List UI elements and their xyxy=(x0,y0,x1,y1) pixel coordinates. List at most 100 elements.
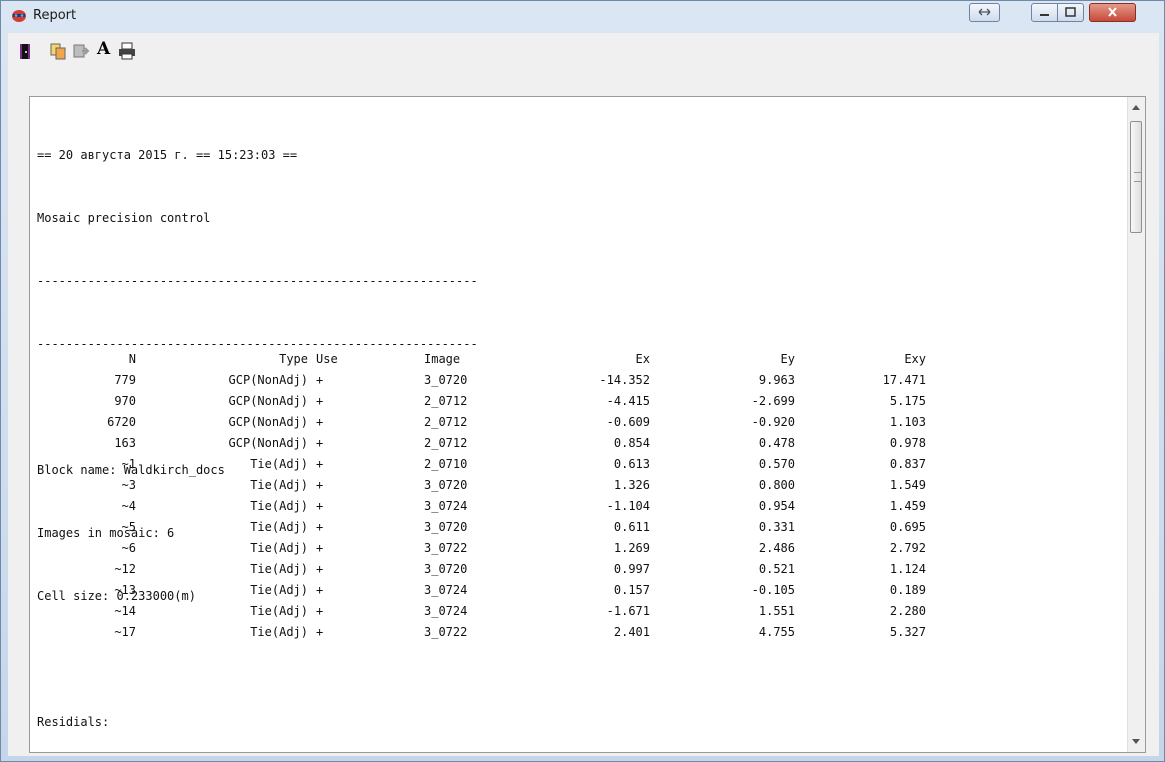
table-cell: + xyxy=(316,436,324,450)
table-cell: ~1 xyxy=(121,457,136,471)
table-cell: Tie(Adj) xyxy=(250,625,308,639)
app-icon xyxy=(12,10,26,22)
table-cell: 0.695 xyxy=(889,520,926,534)
exit-icon[interactable] xyxy=(16,41,36,61)
table-cell: + xyxy=(316,520,324,534)
table-cell: -0.105 xyxy=(751,583,795,597)
table-cell: 1.549 xyxy=(889,478,926,492)
table-cell: 0.157 xyxy=(613,583,650,597)
table-row: ~4 Tie(Adj) +3_0724 -1.104 0.954 1.459 xyxy=(61,496,961,517)
table-row: ~5 Tie(Adj) +3_0720 0.611 0.331 0.695 xyxy=(61,517,961,538)
table-cell: 779 xyxy=(114,373,136,387)
table-cell: 0.800 xyxy=(758,478,795,492)
table-cell: Tie(Adj) xyxy=(250,604,308,618)
table-cell: + xyxy=(316,394,324,408)
font-button[interactable]: A xyxy=(97,39,117,59)
report-window: Report A == 20 августа 2015 г. == 15:23:… xyxy=(0,0,1165,762)
table-cell: Tie(Adj) xyxy=(250,541,308,555)
table-cell: + xyxy=(316,457,324,471)
table-cell: 2.792 xyxy=(889,541,926,555)
table-cell: 4.755 xyxy=(758,625,795,639)
scroll-thumb[interactable] xyxy=(1130,121,1142,233)
table-cell: -2.699 xyxy=(751,394,795,408)
table-cell: -0.609 xyxy=(606,415,650,429)
table-cell: ~13 xyxy=(114,583,136,597)
table-row: ~14 Tie(Adj) +3_0724 -1.671 1.551 2.280 xyxy=(61,601,961,622)
table-row: ~13 Tie(Adj) +3_0724 0.157 -0.105 0.189 xyxy=(61,580,961,601)
table-cell: 1.269 xyxy=(613,541,650,555)
header-type: Type xyxy=(279,352,308,366)
vertical-scrollbar[interactable] xyxy=(1127,97,1145,752)
table-cell: 0.189 xyxy=(889,583,926,597)
report-line xyxy=(37,649,478,670)
table-row: ~12 Tie(Adj) +3_0720 0.997 0.521 1.124 xyxy=(61,559,961,580)
header-ey: Ey xyxy=(780,352,795,366)
table-cell: Tie(Adj) xyxy=(250,520,308,534)
table-cell: 1.124 xyxy=(889,562,926,576)
scroll-up-icon[interactable] xyxy=(1132,105,1140,110)
header-use: Use xyxy=(316,352,338,366)
scroll-down-icon[interactable] xyxy=(1132,739,1140,744)
table-cell: 0.978 xyxy=(889,436,926,450)
table-cell: 2.401 xyxy=(613,625,650,639)
table-cell: -1.104 xyxy=(606,499,650,513)
table-cell: 0.611 xyxy=(613,520,650,534)
table-cell: 0.478 xyxy=(758,436,795,450)
restore-window-button[interactable] xyxy=(969,3,1000,22)
table-row: 779 GCP(NonAdj) +3_0720 -14.352 9.963 17.471 xyxy=(61,370,961,391)
table-cell: 970 xyxy=(114,394,136,408)
table-cell: 2.486 xyxy=(758,541,795,555)
header-ex: Ex xyxy=(635,352,650,366)
close-button[interactable] xyxy=(1089,3,1136,22)
table-cell: ~17 xyxy=(114,625,136,639)
table-cell: Tie(Adj) xyxy=(250,562,308,576)
table-cell: Tie(Adj) xyxy=(250,478,308,492)
report-text-area[interactable]: == 20 августа 2015 г. == 15:23:03 == Mos… xyxy=(29,96,1146,753)
table-cell: 0.613 xyxy=(613,457,650,471)
table-cell: + xyxy=(316,478,324,492)
table-cell: + xyxy=(316,604,324,618)
table-cell: ~3 xyxy=(121,478,136,492)
table-cell: 17.471 xyxy=(882,373,926,387)
table-cell: 1.459 xyxy=(889,499,926,513)
table-cell: 9.963 xyxy=(758,373,795,387)
table-cell: + xyxy=(316,415,324,429)
title-bar[interactable]: Report xyxy=(1,1,1164,31)
maximize-button[interactable] xyxy=(1057,3,1084,22)
table-cell: GCP(NonAdj) xyxy=(228,373,308,387)
table-cell: + xyxy=(316,562,324,576)
table-cell: + xyxy=(316,625,324,639)
table-cell: 1.326 xyxy=(613,478,650,492)
table-cell: + xyxy=(316,541,324,555)
table-row: 163 GCP(NonAdj) +2_0712 0.854 0.478 0.978 xyxy=(61,433,961,454)
minimize-button[interactable] xyxy=(1031,3,1058,22)
table-cell: 0.854 xyxy=(613,436,650,450)
header-n: N xyxy=(128,352,136,366)
table-row: ~6 Tie(Adj) +3_0722 1.269 2.486 2.792 xyxy=(61,538,961,559)
table-cell: 0.570 xyxy=(758,457,795,471)
report-line: == 20 августа 2015 г. == 15:23:03 == xyxy=(37,148,298,162)
table-cell: 5.175 xyxy=(889,394,926,408)
table-cell: 0.997 xyxy=(613,562,650,576)
report-line: ----------------------------------------… xyxy=(37,274,478,288)
table-cell: GCP(NonAdj) xyxy=(228,394,308,408)
table-cell: + xyxy=(316,583,324,597)
table-row: ~3 Tie(Adj) +3_0720 1.326 0.800 1.549 xyxy=(61,475,961,496)
copy-icon[interactable] xyxy=(48,41,68,61)
table-cell: ~4 xyxy=(121,499,136,513)
print-icon[interactable] xyxy=(117,41,137,61)
table-cell: 2.280 xyxy=(889,604,926,618)
paste-icon[interactable] xyxy=(71,41,91,61)
table-row: ~17 Tie(Adj) +3_0722 2.401 4.755 5.327 xyxy=(61,622,961,643)
grip-icon xyxy=(1134,172,1142,182)
table-cell: + xyxy=(316,499,324,513)
double-arrow-icon xyxy=(978,8,991,16)
table-cell: + xyxy=(316,373,324,387)
table-cell: Tie(Adj) xyxy=(250,583,308,597)
table-cell: 0.521 xyxy=(758,562,795,576)
table-cell: GCP(NonAdj) xyxy=(228,436,308,450)
table-cell: ~6 xyxy=(121,541,136,555)
table-cell: ~12 xyxy=(114,562,136,576)
table-cell: ~14 xyxy=(114,604,136,618)
table-cell: 5.327 xyxy=(889,625,926,639)
